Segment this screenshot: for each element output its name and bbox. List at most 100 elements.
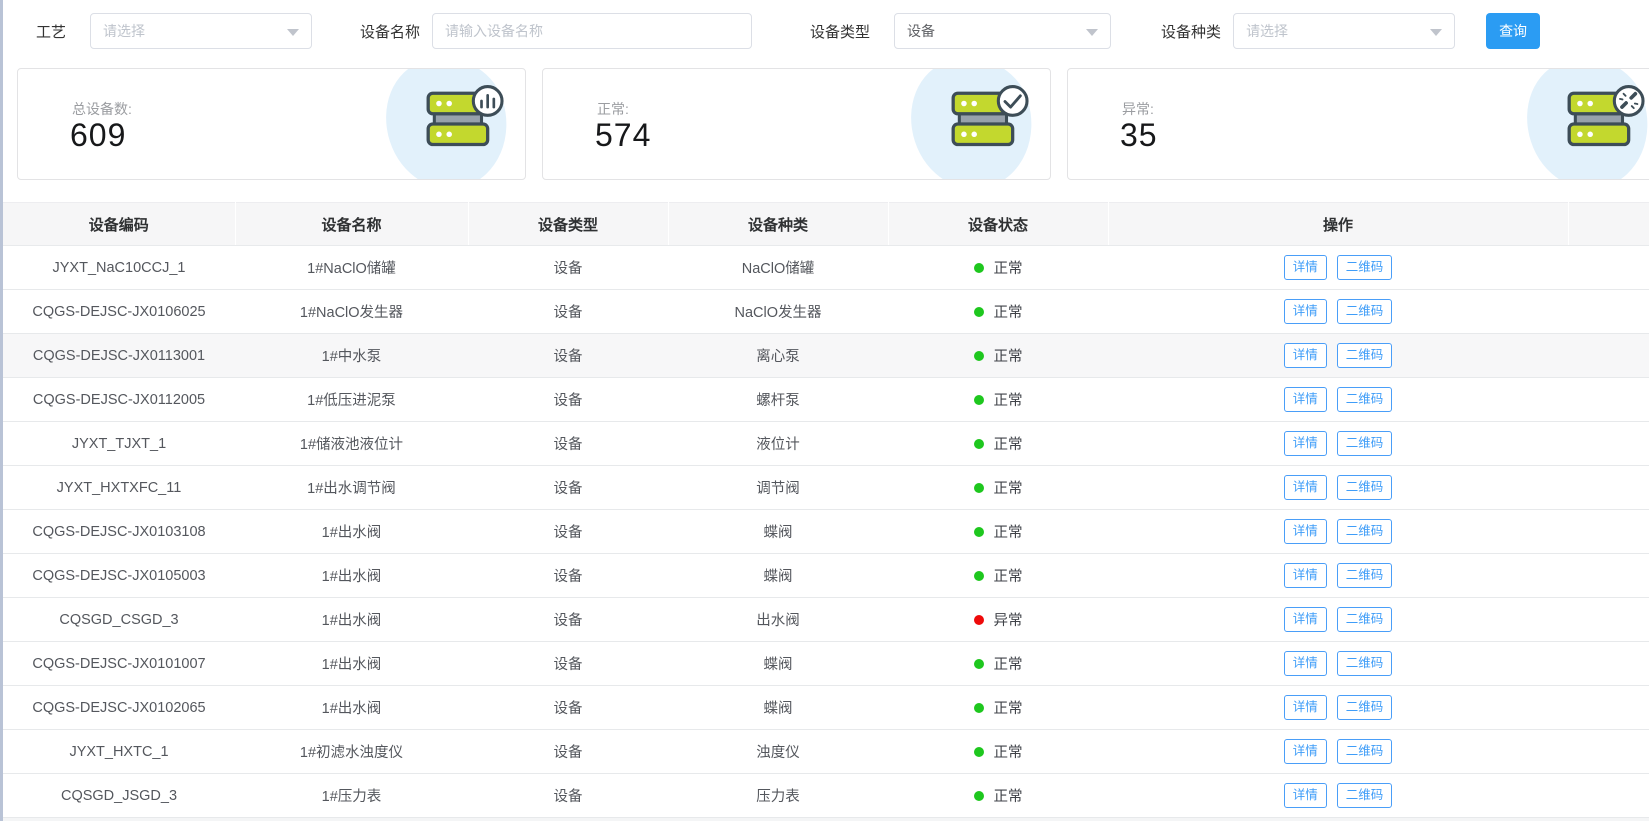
detail-button[interactable]: 详情 — [1284, 475, 1327, 501]
cell-device-status: 正常 — [888, 246, 1108, 290]
cell-filler — [1568, 290, 1649, 334]
detail-button[interactable]: 详情 — [1284, 783, 1327, 809]
cell-device-kind: 液位计 — [668, 422, 888, 466]
qrcode-button[interactable]: 二维码 — [1337, 695, 1393, 721]
table-row: JYXT_TJXT_11#储液池液位计设备液位计正常详情二维码 — [3, 422, 1649, 466]
cell-device-code: CQSGD_JSGD_3 — [3, 774, 235, 818]
status-dot-green — [974, 527, 984, 537]
cell-actions: 详情二维码 — [1108, 466, 1568, 510]
cell-device-status: 正常 — [888, 686, 1108, 730]
status-dot-green — [974, 439, 984, 449]
detail-button[interactable]: 详情 — [1284, 739, 1327, 765]
status-label: 异常 — [994, 613, 1023, 629]
cell-device-type: 设备 — [468, 246, 668, 290]
cell-device-type: 设备 — [468, 642, 668, 686]
status-dot-green — [974, 791, 984, 801]
cell-filler — [1568, 378, 1649, 422]
qrcode-button[interactable]: 二维码 — [1337, 299, 1393, 325]
cell-device-name: 1#出水调节阀 — [235, 466, 468, 510]
device-kind-select[interactable]: 请选择 — [1233, 13, 1455, 49]
process-select-value: 请选择 — [103, 21, 145, 41]
stat-card-total: 总设备数: 609 — [17, 68, 526, 180]
status-label: 正常 — [994, 393, 1023, 409]
detail-button[interactable]: 详情 — [1284, 343, 1327, 369]
cell-filler — [1568, 642, 1649, 686]
status-dot-green — [974, 307, 984, 317]
status-label: 正常 — [994, 745, 1023, 761]
cell-actions: 详情二维码 — [1108, 774, 1568, 818]
detail-button[interactable]: 详情 — [1284, 431, 1327, 457]
col-header-device-name: 设备名称 — [235, 203, 468, 246]
col-header-device-kind: 设备种类 — [668, 203, 888, 246]
cell-device-kind: 蝶阀 — [668, 686, 888, 730]
cell-actions: 详情二维码 — [1108, 246, 1568, 290]
detail-button[interactable]: 详情 — [1284, 607, 1327, 633]
cell-filler — [1568, 686, 1649, 730]
cell-device-type: 设备 — [468, 510, 668, 554]
detail-button[interactable]: 详情 — [1284, 255, 1327, 281]
qrcode-button[interactable]: 二维码 — [1337, 387, 1393, 413]
device-type-select[interactable]: 设备 — [894, 13, 1111, 49]
detail-button[interactable]: 详情 — [1284, 299, 1327, 325]
cell-device-name: 1#压力表 — [235, 774, 468, 818]
cell-device-kind: 蝶阀 — [668, 554, 888, 598]
detail-button[interactable]: 详情 — [1284, 695, 1327, 721]
filter-bar: 工艺 请选择 设备名称 设备类型 设备 设备种类 请选择 查询 — [3, 0, 1649, 62]
qrcode-button[interactable]: 二维码 — [1337, 475, 1393, 501]
qrcode-button[interactable]: 二维码 — [1337, 563, 1393, 589]
cell-device-code: CQGS-DEJSC-JX0102065 — [3, 686, 235, 730]
cell-device-code: CQSGD_CSGD_3 — [3, 598, 235, 642]
cell-filler — [1568, 554, 1649, 598]
device-name-input[interactable] — [432, 13, 752, 49]
qrcode-button[interactable]: 二维码 — [1337, 607, 1393, 633]
cell-device-kind: 调节阀 — [668, 466, 888, 510]
status-dot-green — [974, 747, 984, 757]
cell-device-name: 1#初滤水浊度仪 — [235, 730, 468, 774]
detail-button[interactable]: 详情 — [1284, 651, 1327, 677]
status-label: 正常 — [994, 349, 1023, 365]
device-table-body: JYXT_NaC10CCJ_11#NaClO储罐设备NaClO储罐正常详情二维码… — [3, 246, 1649, 821]
cell-device-code: CQGS-DEJSC-JX0103108 — [3, 510, 235, 554]
cell-device-kind: NaClO储罐 — [668, 246, 888, 290]
status-dot-green — [974, 395, 984, 405]
cell-device-kind: 离心泵 — [668, 334, 888, 378]
cell-actions: 详情二维码 — [1108, 510, 1568, 554]
detail-button[interactable]: 详情 — [1284, 519, 1327, 545]
process-label: 工艺 — [36, 21, 66, 42]
status-dot-green — [974, 571, 984, 581]
cell-device-status: 正常 — [888, 466, 1108, 510]
cell-filler — [1568, 774, 1649, 818]
qrcode-button[interactable]: 二维码 — [1337, 343, 1393, 369]
qrcode-button[interactable]: 二维码 — [1337, 431, 1393, 457]
cell-device-name: 1#出水阀 — [235, 598, 468, 642]
cell-device-kind: 出水阀 — [668, 598, 888, 642]
device-type-select-value: 设备 — [907, 21, 935, 41]
table-row: CQGS-DEJSC-JX01050031#出水阀设备蝶阀正常详情二维码 — [3, 554, 1649, 598]
cell-device-kind: 浊度仪 — [668, 730, 888, 774]
cell-device-status: 正常 — [888, 378, 1108, 422]
qrcode-button[interactable]: 二维码 — [1337, 783, 1393, 809]
process-select[interactable]: 请选择 — [90, 13, 312, 49]
cell-device-type: 设备 — [468, 774, 668, 818]
cell-device-name: 1#出水阀 — [235, 686, 468, 730]
cell-device-kind: 螺杆泵 — [668, 378, 888, 422]
table-row: JYXT_HXTXFC_111#出水调节阀设备调节阀正常详情二维码 — [3, 466, 1649, 510]
qrcode-button[interactable]: 二维码 — [1337, 739, 1393, 765]
detail-button[interactable]: 详情 — [1284, 387, 1327, 413]
search-button[interactable]: 查询 — [1486, 13, 1540, 49]
qrcode-button[interactable]: 二维码 — [1337, 255, 1393, 281]
status-label: 正常 — [994, 569, 1023, 585]
cell-device-status: 正常 — [888, 774, 1108, 818]
stat-value: 609 — [70, 117, 126, 154]
table-row: JYXT_NaC10CCJ_11#NaClO储罐设备NaClO储罐正常详情二维码 — [3, 246, 1649, 290]
cell-device-code: CQGS-DEJSC-JX0113001 — [3, 334, 235, 378]
qrcode-button[interactable]: 二维码 — [1337, 651, 1393, 677]
cell-device-status: 正常 — [888, 290, 1108, 334]
status-dot-red — [974, 615, 984, 625]
table-row: CQGS-DEJSC-JX01020651#出水阀设备蝶阀正常详情二维码 — [3, 686, 1649, 730]
cell-actions: 详情二维码 — [1108, 422, 1568, 466]
detail-button[interactable]: 详情 — [1284, 563, 1327, 589]
chevron-down-icon — [287, 29, 299, 36]
qrcode-button[interactable]: 二维码 — [1337, 519, 1393, 545]
cell-device-type: 设备 — [468, 290, 668, 334]
